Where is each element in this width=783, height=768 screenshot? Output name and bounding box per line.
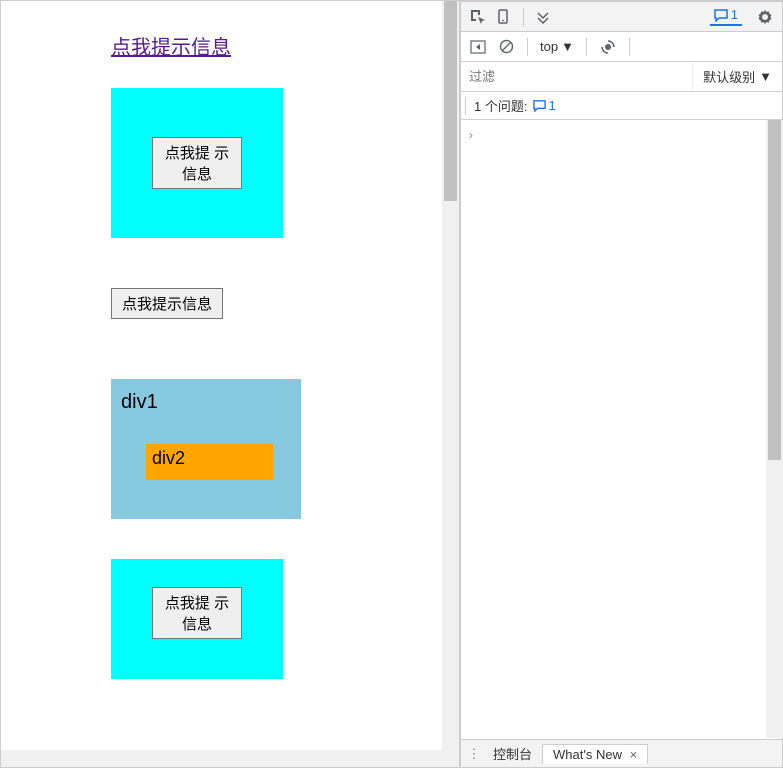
- separator: [523, 8, 524, 26]
- devtools-toolbar-main: 1: [461, 2, 782, 32]
- page-viewport: 点我提示信息 点我提 示信息 点我提示信息 div1 div2 点我提 示信息: [1, 1, 461, 767]
- div1-box[interactable]: div1 div2: [111, 379, 301, 519]
- hint-link[interactable]: 点我提示信息: [111, 31, 231, 60]
- standalone-button-wrap: 点我提示信息: [111, 288, 459, 319]
- dropdown-icon: ▼: [561, 39, 574, 54]
- sidebar-toggle-icon[interactable]: [465, 34, 491, 60]
- scroll-thumb[interactable]: [768, 120, 781, 460]
- devtools-panel: 1 top ▼ 默认级别 ▼ 1 个问题:: [461, 1, 782, 767]
- issues-count: 1: [548, 98, 555, 113]
- horizontal-scrollbar[interactable]: [1, 750, 459, 767]
- context-label: top: [540, 39, 558, 54]
- console-output[interactable]: ›: [461, 120, 782, 739]
- hint-button-1[interactable]: 点我提 示信息: [152, 137, 242, 189]
- devtools-scrollbar[interactable]: [766, 120, 783, 738]
- log-level-selector[interactable]: 默认级别 ▼: [692, 62, 782, 91]
- issues-badge[interactable]: 1: [710, 7, 742, 26]
- devtools-drawer-tabs: ⋮ 控制台 What's New ×: [461, 739, 782, 767]
- div2-box[interactable]: div2: [146, 444, 273, 480]
- dropdown-icon: ▼: [759, 69, 772, 84]
- message-icon: [533, 99, 546, 112]
- cyan-box-2: 点我提 示信息: [111, 559, 283, 679]
- div2-label: div2: [152, 448, 185, 468]
- tab-console[interactable]: 控制台: [483, 742, 542, 765]
- filter-input[interactable]: [461, 65, 692, 88]
- issues-count-badge[interactable]: 1: [533, 98, 555, 113]
- message-icon: [714, 8, 728, 22]
- hint-button-2[interactable]: 点我提示信息: [111, 288, 223, 319]
- devtools-issues-row: 1 个问题: 1: [461, 92, 782, 120]
- close-icon[interactable]: ×: [630, 747, 638, 762]
- issues-text: 1 个问题:: [474, 96, 527, 115]
- devtools-toolbar-console: top ▼: [461, 32, 782, 62]
- settings-icon[interactable]: [752, 4, 778, 30]
- issue-count: 1: [731, 7, 738, 22]
- clear-console-icon[interactable]: [493, 34, 519, 60]
- separator: [527, 38, 528, 56]
- context-selector[interactable]: top ▼: [536, 38, 578, 55]
- div1-label: div1: [121, 391, 158, 413]
- drawer-menu-icon[interactable]: ⋮: [465, 746, 483, 762]
- more-tabs-icon[interactable]: [530, 4, 556, 30]
- devtools-filter-row: 默认级别 ▼: [461, 62, 782, 92]
- tab-whatsnew[interactable]: What's New ×: [542, 744, 648, 764]
- separator: [586, 38, 587, 56]
- cyan-box-1: 点我提 示信息: [111, 88, 283, 238]
- tab-whatsnew-label: What's New: [553, 747, 622, 762]
- device-toggle-icon[interactable]: [491, 4, 517, 30]
- inspect-icon[interactable]: [465, 4, 491, 30]
- live-expression-icon[interactable]: [595, 34, 621, 60]
- separator: [465, 97, 466, 115]
- hint-button-3[interactable]: 点我提 示信息: [152, 587, 242, 639]
- expand-arrow-icon[interactable]: ›: [469, 128, 473, 142]
- separator: [629, 38, 630, 56]
- level-label: 默认级别: [703, 67, 755, 86]
- scroll-thumb[interactable]: [444, 1, 457, 201]
- vertical-scrollbar[interactable]: [442, 1, 459, 750]
